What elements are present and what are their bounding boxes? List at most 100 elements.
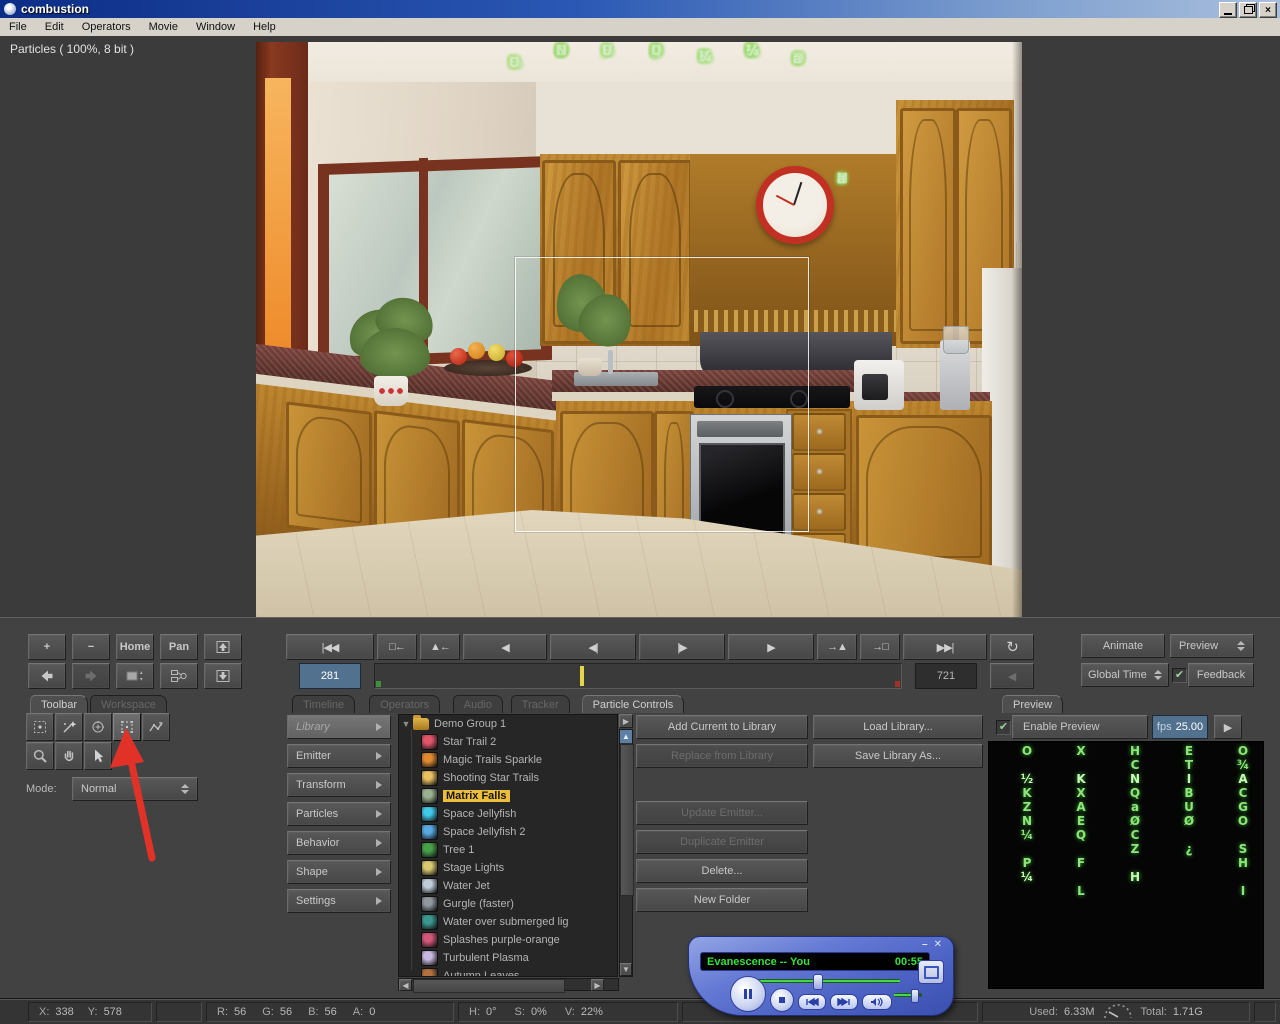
end-frame-field[interactable]: 721 (915, 663, 977, 689)
category-emitter-button[interactable]: Emitter (287, 744, 391, 768)
tree-vertical-scrollbar[interactable]: ▲ ▼ (619, 729, 634, 977)
pick-arrow-tool[interactable] (84, 742, 112, 770)
tree-expand-button[interactable]: ▶ (619, 714, 633, 728)
tab-timeline[interactable]: Timeline (292, 695, 356, 713)
stop-button[interactable] (770, 988, 794, 1012)
next-keyframe-button[interactable]: →▲ (817, 634, 857, 660)
tab-audio[interactable]: Audio (452, 695, 503, 713)
menu-item-help[interactable]: Help (244, 19, 285, 35)
tree-item[interactable]: Space Jellyfish (399, 805, 617, 823)
player-minimize-button[interactable]: – (922, 939, 928, 950)
emitter-view-tool[interactable] (26, 713, 54, 741)
seek-thumb[interactable] (813, 974, 823, 990)
mode-dropdown[interactable]: Normal (72, 777, 198, 801)
playhead[interactable] (580, 666, 585, 686)
home-button[interactable]: Home (116, 634, 154, 660)
schematic-button[interactable] (160, 663, 198, 689)
zoom-tool[interactable] (26, 742, 54, 770)
region-emitter-tool[interactable] (113, 713, 141, 741)
set-in-point-button[interactable]: □← (377, 634, 417, 660)
forward-button[interactable] (72, 663, 110, 689)
play-reverse-button[interactable]: ◀ (463, 634, 547, 660)
duplicate-emitter-button[interactable]: Duplicate Emitter (636, 830, 808, 854)
seek-slider[interactable] (750, 974, 900, 990)
player-close-button[interactable]: ✕ (934, 939, 942, 950)
scrollbar-thumb[interactable] (620, 744, 634, 896)
display-mode-button[interactable] (116, 663, 154, 689)
category-library-button[interactable]: Library (287, 715, 391, 739)
pause-button[interactable] (730, 976, 766, 1012)
menu-item-movie[interactable]: Movie (140, 19, 187, 35)
volume-thumb[interactable] (911, 989, 920, 1003)
update-emitter-button[interactable]: Update Emitter... (636, 801, 808, 825)
tree-item[interactable]: Magic Trails Sparkle (399, 751, 617, 769)
animate-button[interactable]: Animate (1081, 634, 1165, 658)
push-up-button[interactable] (204, 634, 242, 660)
category-shape-button[interactable]: Shape (287, 860, 391, 884)
tree-item[interactable]: Water over submerged lig (399, 913, 617, 931)
replace-from-library-button[interactable]: Replace from Library (636, 744, 808, 768)
point-emitter-tool[interactable] (84, 713, 112, 741)
delete-button[interactable]: Delete... (636, 859, 808, 883)
preview-dropdown[interactable]: Preview (1170, 634, 1254, 658)
fps-field[interactable]: fps 25.00 (1152, 715, 1208, 739)
feedback-button[interactable]: Feedback (1188, 663, 1254, 687)
scrollbar-thumb[interactable] (413, 979, 565, 993)
tab-preview[interactable]: Preview (1002, 695, 1064, 713)
preview-advance-button[interactable]: ▶ (1214, 715, 1242, 739)
volume-slider[interactable] (894, 989, 922, 1003)
category-behavior-button[interactable]: Behavior (287, 831, 391, 855)
tree-item[interactable]: Star Trail 2 (399, 733, 617, 751)
timeline-scrubber[interactable] (374, 663, 902, 689)
tab-operators[interactable]: Operators (369, 695, 441, 713)
scroll-up-button[interactable]: ▲ (620, 730, 632, 743)
global-time-dropdown[interactable]: Global Time (1081, 663, 1169, 687)
feedback-checkbox[interactable]: ✔ (1172, 668, 1187, 683)
motion-curve-tool[interactable] (142, 713, 170, 741)
tree-item[interactable]: Water Jet (399, 877, 617, 895)
close-button[interactable]: × (1259, 2, 1277, 18)
category-particles-button[interactable]: Particles (287, 802, 391, 826)
scroll-right-button[interactable]: ▶ (591, 979, 604, 991)
expander-icon[interactable]: ▼ (399, 719, 413, 729)
switch-to-full-mode-button[interactable] (918, 960, 944, 984)
tab-particle-controls[interactable]: Particle Controls (581, 695, 685, 713)
zoom-out-button[interactable]: − (72, 634, 110, 660)
zoom-in-button[interactable]: + (28, 634, 66, 660)
tree-item[interactable]: Turbulent Plasma (399, 949, 617, 967)
enable-preview-button[interactable]: Enable Preview (1012, 715, 1148, 739)
pan-hand-tool[interactable] (55, 742, 83, 770)
restore-button[interactable] (1239, 2, 1257, 18)
back-button[interactable] (28, 663, 66, 689)
tree-item[interactable]: Space Jellyfish 2 (399, 823, 617, 841)
play-button[interactable]: ▶ (728, 634, 814, 660)
prev-keyframe-button[interactable]: ▲← (420, 634, 460, 660)
tree-item[interactable]: Shooting Star Trails (399, 769, 617, 787)
tree-item[interactable]: Stage Lights (399, 859, 617, 877)
next-track-button[interactable] (830, 994, 858, 1010)
set-out-point-button[interactable]: →□ (860, 634, 900, 660)
tree-horizontal-scrollbar[interactable]: ◀ ▶ (398, 978, 619, 993)
menu-item-window[interactable]: Window (187, 19, 244, 35)
tree-item[interactable]: Tree 1 (399, 841, 617, 859)
scroll-down-button[interactable]: ▼ (620, 963, 632, 976)
menu-item-operators[interactable]: Operators (73, 19, 140, 35)
push-down-button[interactable] (204, 663, 242, 689)
category-transform-button[interactable]: Transform (287, 773, 391, 797)
step-forward-button[interactable]: |▶ (639, 634, 725, 660)
loop-button[interactable]: ↻ (990, 634, 1034, 660)
media-player-overlay[interactable]: – ✕ Evanescence -- You 00:55 (688, 936, 954, 1016)
save-library-as-button[interactable]: Save Library As... (813, 744, 983, 768)
go-to-end-button[interactable]: ▶▶| (903, 634, 987, 660)
mute-button[interactable] (862, 994, 892, 1010)
step-back-button[interactable]: ◀| (550, 634, 636, 660)
tree-item[interactable]: ▼ Demo Group 1 (399, 715, 617, 733)
tree-item[interactable]: Autumn Leaves (399, 967, 617, 976)
audio-scrub-button[interactable]: ◀ (990, 663, 1034, 689)
add-current-to-library-button[interactable]: Add Current to Library (636, 715, 808, 739)
tree-item[interactable]: Matrix Falls (399, 787, 617, 805)
composite-canvas[interactable]: LS¾ ¼N R ½E US OSOO SOLDI NØ U DUONNS LU… (256, 42, 1022, 617)
menu-item-file[interactable]: File (0, 19, 36, 35)
menu-item-edit[interactable]: Edit (36, 19, 73, 35)
category-settings-button[interactable]: Settings (287, 889, 391, 913)
